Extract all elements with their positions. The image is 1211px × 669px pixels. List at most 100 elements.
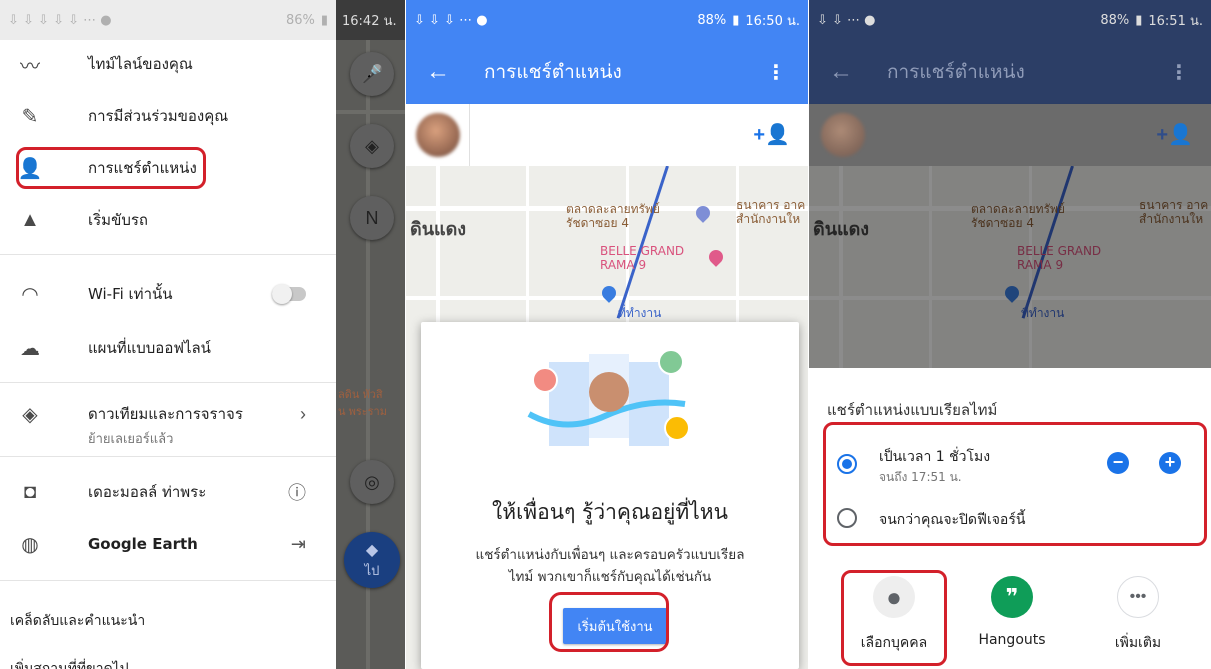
go-button[interactable]: ◆ ไป: [344, 532, 400, 588]
poi-label[interactable]: ตลาดละลายทรัพย์ รัชดาซอย 4: [566, 202, 660, 230]
status-bar: ⇩ ⇩ ⇩ ⇩ ⇩ ⋯ ● 86% ▮: [0, 0, 336, 40]
district-label: ดินแดง: [410, 219, 467, 240]
divider: [0, 580, 336, 581]
menu-item-place[interactable]: ◘ เดอะมอลล์ ท่าพระ ⓘ: [0, 468, 336, 516]
layers-button-icon[interactable]: ◈: [350, 124, 394, 168]
poi-label: ที่ทำงาน: [1021, 306, 1065, 320]
download-icon: ⇩ ⇩ ⇩ ⇩ ⇩ ⋯ ●: [8, 12, 112, 28]
notification-icons: ⇩ ⇩ ⋯ ●: [817, 12, 876, 28]
chevron-right-icon: ›: [300, 403, 306, 424]
divider: [0, 254, 336, 255]
more-vert-icon[interactable]: ⋮: [766, 60, 786, 85]
share-target-hangouts[interactable]: ❞ Hangouts: [967, 576, 1057, 648]
menu-item-timeline[interactable]: 〰 ไทม์ไลน์ของคุณ: [0, 40, 336, 88]
back-arrow-icon[interactable]: ←: [809, 58, 873, 86]
option-one-hour-sub: จนถึง 17:51 น.: [879, 470, 962, 484]
add-person-icon[interactable]: +👤: [753, 122, 790, 147]
layers-icon: ◈: [22, 403, 38, 426]
place-icon: ◘: [23, 480, 37, 503]
highlight-box: [549, 592, 669, 652]
battery-icon: ▮: [732, 12, 740, 28]
poi-label[interactable]: ธนาคาร อาค สำนักงานให: [736, 198, 805, 226]
add-missing-place-link[interactable]: เพิ่มสถานที่ที่ขาดไป: [10, 658, 129, 669]
app-bar: ← การแชร์ตำแหน่ง ⋮: [406, 40, 808, 104]
battery-text: 88%: [697, 12, 727, 28]
wifi-toggle[interactable]: [272, 284, 306, 304]
more-horiz-icon: •••: [1117, 576, 1159, 618]
wifi-icon: ◠: [21, 283, 39, 306]
option-until-off-label: จนกว่าคุณจะปิดฟีเจอร์นี้: [879, 512, 1026, 528]
add-person-icon[interactable]: +👤: [1156, 122, 1193, 147]
microphone-icon[interactable]: 🎤: [350, 52, 394, 96]
sheet-title: แชร์ตำแหน่งแบบเรียลไทม์: [827, 401, 998, 419]
share-bottom-sheet: แชร์ตำแหน่งแบบเรียลไทม์ เป็นเวลา 1 ชั่วโ…: [809, 368, 1211, 669]
share-target-select-people[interactable]: ● เลือกบุคคล: [849, 576, 939, 654]
notification-icons: ⇩ ⇩ ⇩ ⋯ ●: [414, 12, 488, 28]
app-bar: ← การแชร์ตำแหน่ง ⋮: [809, 40, 1211, 104]
poi-label[interactable]: ที่ทำงาน: [618, 306, 661, 320]
poi-label[interactable]: BELLE GRAND RAMA 9: [600, 244, 684, 272]
battery-icon: ▮: [320, 12, 328, 28]
hangouts-icon: ❞: [991, 576, 1033, 618]
divider: [0, 456, 336, 457]
map-label: น พระราม: [338, 406, 387, 418]
dialog-body: แชร์ตำแหน่งกับเพื่อนๆ และครอบครัวแบบเรีย…: [475, 547, 745, 585]
battery-text: 88%: [1100, 12, 1130, 28]
poi-label: ตลาดละลายทรัพย์ รัชดาซอย 4: [971, 202, 1065, 230]
location-sharing-illustration: [527, 349, 690, 446]
poi-label: ธนาคาร อาค สำนักงานให: [1139, 198, 1209, 226]
option-one-hour-label: เป็นเวลา 1 ชั่วโมง: [879, 449, 991, 465]
highlight-box: [16, 147, 206, 189]
my-location-icon[interactable]: ◎: [350, 460, 394, 504]
district-label: ดินแดง: [813, 219, 870, 240]
directions-icon: ◆: [365, 541, 379, 559]
page-title: การแชร์ตำแหน่ง: [484, 61, 622, 83]
menu-item-sublabel: ย้ายเลเยอร์แล้ว: [88, 432, 174, 447]
person-icon: ●: [873, 576, 915, 618]
contact-bar: +👤: [809, 104, 1211, 166]
menu-item-contributions[interactable]: ✎ การมีส่วนร่วมของคุณ: [0, 92, 336, 140]
menu-item-google-earth[interactable]: ◍ Google Earth ⇥: [0, 520, 336, 568]
page-title: การแชร์ตำแหน่ง: [887, 61, 1025, 83]
dialog-title: ให้เพื่อนๆ รู้ว่าคุณอยู่ที่ไหน: [492, 500, 728, 524]
radio-one-hour[interactable]: [837, 454, 857, 474]
tips-link[interactable]: เคล็ดลับและคำแนะนำ: [10, 610, 145, 632]
panel-side-menu: 🎤 ◈ N ลดิน หัวสิ น พระราม ◎ ◆ ไป ⇩ ⇩ ⇩ ⇩…: [0, 0, 405, 669]
side-drawer: 〰 ไทม์ไลน์ของคุณ ✎ การมีส่วนร่วมของคุณ 👤…: [0, 40, 336, 669]
status-time: 16:51 น.: [1148, 13, 1203, 29]
minus-icon[interactable]: −: [1107, 452, 1129, 474]
intro-dialog: ให้เพื่อนๆ รู้ว่าคุณอยู่ที่ไหน แชร์ตำแหน…: [421, 322, 799, 669]
plus-icon[interactable]: +: [1159, 452, 1181, 474]
info-icon[interactable]: ⓘ: [288, 479, 306, 505]
navigation-icon: ▲: [20, 208, 40, 231]
contributions-icon: ✎: [21, 105, 39, 128]
radio-until-off[interactable]: [837, 508, 857, 528]
avatar[interactable]: [821, 113, 865, 157]
avatar[interactable]: [416, 113, 460, 157]
back-arrow-icon[interactable]: ←: [406, 58, 470, 86]
menu-item-wifi-only[interactable]: ◠ Wi-Fi เท่านั้น: [0, 270, 336, 318]
more-vert-icon[interactable]: ⋮: [1169, 60, 1189, 85]
contact-bar: +👤: [406, 104, 808, 166]
map-background: 🎤 ◈ N ลดิน หัวสิ น พระราม ◎ ◆ ไป: [336, 0, 405, 669]
map-label: ลดิน หัวสิ: [338, 389, 383, 401]
status-bar: ⇩ ⇩ ⇩ ⋯ ● 88% ▮ 16:50 น.: [406, 0, 808, 40]
status-time: 16:42 น.: [336, 0, 405, 40]
menu-item-offline-maps[interactable]: ☁ แผนที่แบบออฟไลน์: [0, 324, 336, 372]
timeline-icon: 〰: [20, 55, 40, 78]
menu-item-start-driving[interactable]: ▲ เริ่มขับรถ: [0, 196, 336, 244]
battery-icon: ▮: [1135, 12, 1143, 28]
battery-text: 86%: [285, 12, 315, 28]
shopping-pin-icon[interactable]: [706, 247, 726, 267]
status-bar: ⇩ ⇩ ⋯ ● 88% ▮ 16:51 น.: [809, 0, 1211, 40]
open-external-icon: ⇥: [290, 533, 306, 554]
panel-location-sharing-intro: ⇩ ⇩ ⇩ ⋯ ● 88% ▮ 16:50 น. ← การแชร์ตำแหน่ง …: [406, 0, 808, 669]
divider: [0, 382, 336, 383]
poi-label: BELLE GRAND RAMA 9: [1017, 244, 1102, 272]
offline-cloud-icon: ☁: [20, 337, 40, 360]
share-target-more[interactable]: ••• เพิ่มเติม: [1093, 576, 1183, 654]
panel-share-options: ⇩ ⇩ ⋯ ● 88% ▮ 16:51 น. ← การแชร์ตำแหน่ง ⋮ …: [809, 0, 1211, 669]
status-time: 16:50 น.: [745, 13, 800, 29]
earth-icon: ◍: [21, 533, 39, 556]
compass-icon[interactable]: N: [350, 196, 394, 240]
